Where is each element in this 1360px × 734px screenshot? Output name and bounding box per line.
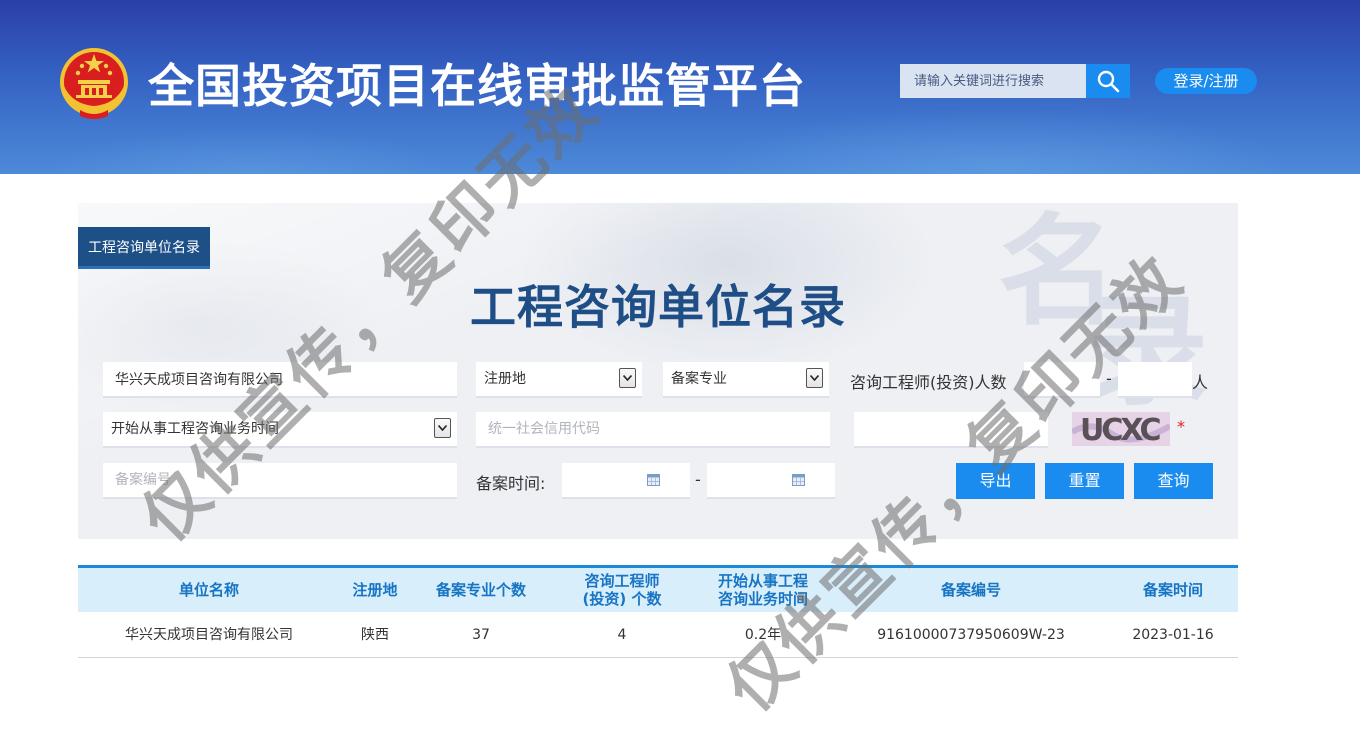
query-button[interactable]: 查询 <box>1134 463 1213 499</box>
engineer-count-max-input[interactable] <box>1118 362 1192 398</box>
engineer-count-label: 咨询工程师(投资)人数 <box>850 373 1007 392</box>
cell-record-number: 91610000737950609W-23 <box>877 627 1065 643</box>
record-time-label: 备案时间: <box>476 474 546 493</box>
date-range-dash: - <box>695 470 701 489</box>
specialty-select[interactable]: 备案专业 <box>663 362 829 398</box>
cell-record-time: 2023-01-16 <box>1132 627 1214 643</box>
record-time-start-input[interactable] <box>562 463 690 499</box>
person-unit-label: 人 <box>1192 373 1209 392</box>
engineer-count-min-input[interactable] <box>1024 362 1100 398</box>
search-icon <box>1097 70 1120 93</box>
login-register-button[interactable]: 登录/注册 <box>1155 68 1257 94</box>
cell-unit-name[interactable]: 华兴天成项目咨询有限公司 <box>98 612 320 658</box>
column-header-record-time[interactable]: 备案时间 <box>1118 568 1228 612</box>
search-input[interactable] <box>900 64 1086 98</box>
calendar-icon[interactable] <box>647 474 660 486</box>
captcha-image[interactable]: UCXC <box>1072 412 1170 446</box>
column-header-region[interactable]: 注册地 <box>330 568 420 612</box>
record-time-end-input[interactable] <box>707 463 835 499</box>
column-header-unit-name[interactable]: 单位名称 <box>98 568 320 612</box>
results-table: 单位名称 注册地 备案专业个数 咨询工程师 (投资) 个数 开始从事工程 咨询业… <box>78 565 1238 658</box>
record-time-end-field[interactable] <box>707 463 835 499</box>
chevron-down-icon <box>619 368 636 388</box>
site-title: 全国投资项目在线审批监管平台 <box>148 59 806 113</box>
calendar-icon[interactable] <box>792 474 805 486</box>
chevron-down-icon <box>806 368 823 388</box>
start-time-select[interactable]: 开始从事工程咨询业务时间 <box>103 412 457 448</box>
column-header-specialty-count[interactable]: 备案专业个数 <box>420 568 542 612</box>
credit-code-input[interactable] <box>476 412 830 448</box>
column-header-engineer-count[interactable]: 咨询工程师 (投资) 个数 <box>552 568 692 612</box>
column-header-start-time[interactable]: 开始从事工程 咨询业务时间 <box>698 568 828 612</box>
national-emblem-icon <box>60 48 128 119</box>
chevron-down-icon <box>434 418 451 438</box>
cell-start-time: 0.2年 <box>744 627 782 643</box>
record-number-input[interactable] <box>103 463 457 499</box>
column-header-record-number[interactable]: 备案编号 <box>858 568 1084 612</box>
search-button[interactable] <box>1086 64 1130 98</box>
export-button[interactable]: 导出 <box>956 463 1035 499</box>
section-tag: 工程咨询单位名录 <box>78 227 210 269</box>
site-header: 全国投资项目在线审批监管平台 登录/注册 <box>0 0 1360 174</box>
search-panel: 名 录 工程咨询单位名录 工程咨询单位名录 注册地 备案专业 咨询工程师(投资)… <box>78 203 1238 539</box>
table-row[interactable]: 华兴天成项目咨询有限公司 陕西 37 4 0.2年 91610000737950… <box>78 612 1238 658</box>
cell-region: 陕西 <box>361 627 389 643</box>
unit-name-input[interactable] <box>103 362 457 398</box>
region-select-label: 注册地 <box>484 371 526 387</box>
captcha-input[interactable] <box>854 412 1048 448</box>
table-header: 单位名称 注册地 备案专业个数 咨询工程师 (投资) 个数 开始从事工程 咨询业… <box>78 565 1238 612</box>
panel-title: 工程咨询单位名录 <box>470 280 846 334</box>
captcha-text: UCXC <box>1080 413 1160 446</box>
reset-button[interactable]: 重置 <box>1045 463 1124 499</box>
range-dash: - <box>1106 369 1112 388</box>
region-select[interactable]: 注册地 <box>476 362 642 398</box>
start-time-select-label: 开始从事工程咨询业务时间 <box>111 421 279 437</box>
cell-specialty-count: 37 <box>472 627 490 643</box>
record-time-start-field[interactable] <box>562 463 690 499</box>
required-mark: * <box>1177 417 1185 436</box>
specialty-select-label: 备案专业 <box>671 371 727 387</box>
cell-engineer-count: 4 <box>617 627 627 643</box>
